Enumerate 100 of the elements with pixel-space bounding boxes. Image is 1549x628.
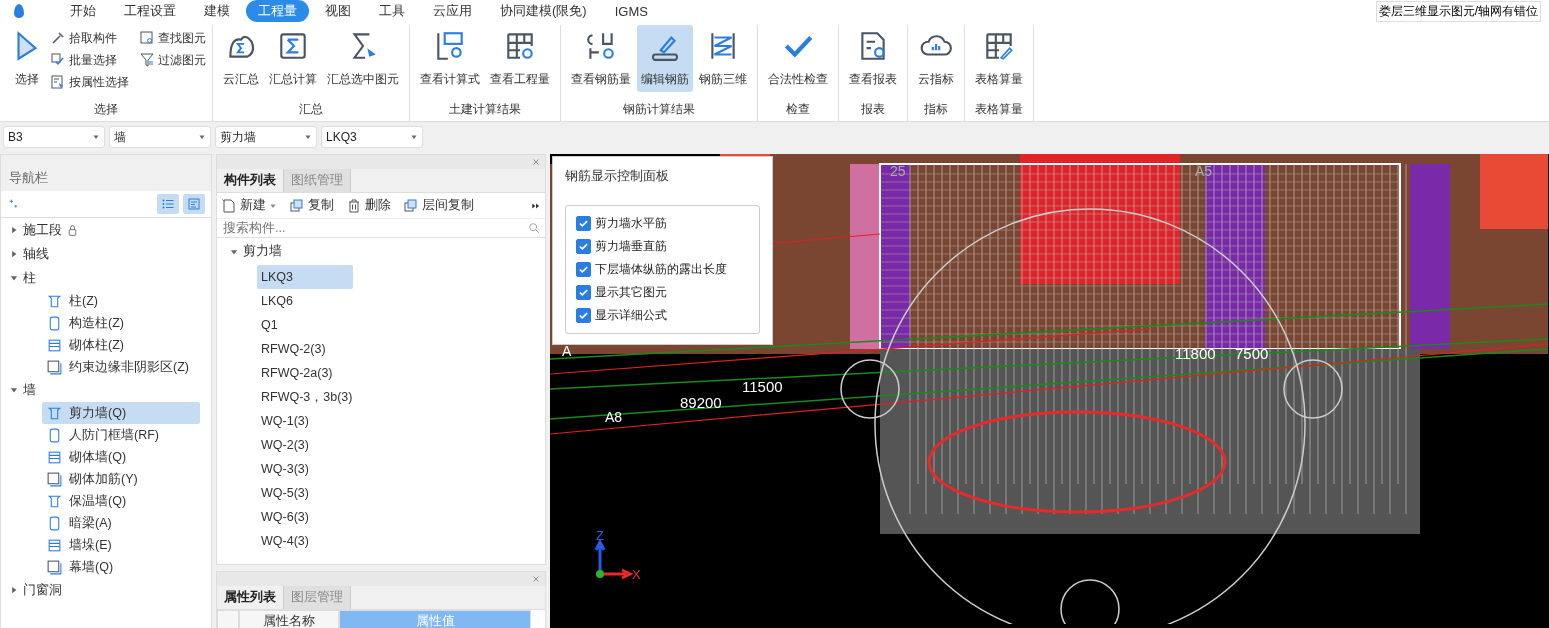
tree-item[interactable]: 暗梁(A)	[42, 512, 200, 534]
tree-item[interactable]: Q1	[257, 313, 353, 337]
view-toggle-button[interactable]	[183, 194, 205, 214]
dropdown[interactable]: B3	[3, 126, 105, 148]
ribbon-button[interactable]: 钢筋三维	[695, 25, 751, 92]
tree-item[interactable]: 柱	[1, 266, 211, 290]
tree-item[interactable]: 构造柱(Z)	[42, 312, 200, 334]
ribbon-button[interactable]: 查找图元	[139, 27, 206, 49]
ribbon-button[interactable]: 选择	[6, 25, 48, 92]
ribbon-button[interactable]: 查看报表	[845, 25, 901, 92]
close-icon	[531, 574, 541, 584]
ribbon-button[interactable]: 查看计算式	[416, 25, 484, 92]
lock-icon	[66, 223, 79, 237]
trash-icon	[346, 197, 362, 214]
checkbox[interactable]	[576, 216, 591, 231]
tree-item[interactable]: 施工段	[1, 218, 211, 242]
dropdown[interactable]: 剪力墙	[215, 126, 317, 148]
tree-item[interactable]: 剪力墙	[217, 238, 545, 265]
tree-item[interactable]: WQ-3(3)	[257, 457, 353, 481]
tree-item[interactable]: 保温墙(Q)	[42, 490, 200, 512]
tool-icon	[50, 30, 66, 46]
tree-item[interactable]: WQ-4(3)	[257, 529, 353, 553]
caret-icon	[9, 273, 19, 283]
copy-icon	[403, 197, 419, 214]
toolbar-button[interactable]: 层间复制	[403, 197, 474, 214]
dropdown[interactable]: 墙	[109, 126, 211, 148]
tree-item[interactable]: 人防门框墙(RF)	[42, 424, 200, 446]
checkbox[interactable]	[576, 239, 591, 254]
menu-tab[interactable]: IGMS	[602, 1, 660, 21]
ribbon-button[interactable]: 批量选择	[50, 49, 129, 71]
column-header: 属性名称	[239, 610, 339, 628]
ribbon-button[interactable]: 汇总计算	[265, 25, 321, 92]
tree-item[interactable]: 幕墙(Q)	[42, 556, 200, 578]
group-title: 钢筋计算结果	[622, 101, 696, 118]
ribbon-button[interactable]: 查看工程量	[486, 25, 554, 92]
group-title: 报表	[860, 101, 886, 118]
menu-tab[interactable]: 建模	[192, 0, 242, 22]
toolbar-button[interactable]: 新建	[221, 197, 277, 214]
caret-icon	[9, 249, 19, 259]
toolbar-button[interactable]: 删除	[346, 197, 391, 214]
tree-item[interactable]: 砌体柱(Z)	[42, 334, 200, 356]
caret-icon	[410, 133, 418, 141]
ribbon-button[interactable]: 按属性选择	[50, 71, 129, 93]
ribbon-button[interactable]: 汇总选中图元	[323, 25, 403, 92]
tree-item[interactable]: WQ-1(3)	[257, 409, 353, 433]
status-hint: 娄层三维显示图元/轴网有错位	[1375, 0, 1541, 22]
checkbox[interactable]	[576, 308, 591, 323]
tree-item[interactable]: 剪力墙(Q)	[42, 402, 200, 424]
checkbox-option[interactable]: 剪力墙水平筋	[576, 212, 749, 235]
tree-item[interactable]: 墙	[1, 378, 211, 402]
tree-item[interactable]: WQ-6(3)	[257, 505, 353, 529]
menu-tab[interactable]: 工程量	[246, 0, 309, 22]
tree-item[interactable]: RFWQ-2(3)	[257, 337, 353, 361]
menu-tab[interactable]: 视图	[313, 0, 363, 22]
group-title: 汇总	[298, 101, 324, 118]
ribbon-button[interactable]: 过滤图元	[139, 49, 206, 71]
tree-item[interactable]: RFWQ-3，3b(3)	[257, 385, 353, 409]
category-icon	[46, 558, 63, 576]
tool-icon	[139, 30, 155, 46]
tree-item[interactable]: 砌体墙(Q)	[42, 446, 200, 468]
panel-title: 导航栏	[1, 165, 211, 191]
ribbon-button[interactable]: 合法性检查	[764, 25, 832, 92]
menu-tab[interactable]: 开始	[58, 0, 108, 22]
tool-icon	[50, 74, 66, 90]
dimension-label: 25	[890, 163, 906, 179]
tree-item[interactable]: WQ-2(3)	[257, 433, 353, 457]
toolbar-button[interactable]: 复制	[289, 197, 334, 214]
tree-item[interactable]: 柱(Z)	[42, 290, 200, 312]
tree-item[interactable]: LKQ3	[257, 265, 353, 289]
checkbox[interactable]	[576, 285, 591, 300]
ribbon-button[interactable]: 拾取构件	[50, 27, 129, 49]
checkbox-option[interactable]: 显示详细公式	[576, 304, 749, 327]
checkbox-option[interactable]: 剪力墙垂直筋	[576, 235, 749, 258]
tree-item[interactable]: 约束边缘非阴影区(Z)	[42, 356, 200, 378]
tree-item[interactable]: 轴线	[1, 242, 211, 266]
tree-item[interactable]: WQ-5(3)	[257, 481, 353, 505]
dimension-label: 11800	[1175, 345, 1216, 362]
ribbon-button[interactable]: 查看钢筋量	[567, 25, 635, 92]
tree-item[interactable]: 砌体加筋(Y)	[42, 468, 200, 490]
caret-icon	[198, 133, 206, 141]
dropdown[interactable]: LKQ3	[321, 126, 423, 148]
menu-tab[interactable]: 工具	[367, 0, 417, 22]
menu-tab[interactable]: 工程设置	[112, 0, 188, 22]
menu-tab[interactable]: 协同建模(限免)	[488, 0, 599, 22]
ribbon-button[interactable]: 云指标	[914, 25, 958, 92]
tool-icon	[139, 52, 155, 68]
checkbox[interactable]	[576, 262, 591, 277]
ribbon-button[interactable]: 编辑钢筋	[637, 25, 693, 92]
view-toggle-button[interactable]	[157, 194, 179, 214]
tree-item[interactable]: 墙垛(E)	[42, 534, 200, 556]
caret-icon	[9, 585, 19, 595]
checkbox-option[interactable]: 显示其它图元	[576, 281, 749, 304]
tree-item[interactable]: 门窗洞	[1, 578, 211, 602]
checkbox-option[interactable]: 下层墙体纵筋的露出长度	[576, 258, 749, 281]
tree-item[interactable]: RFWQ-2a(3)	[257, 361, 353, 385]
copy-icon	[289, 197, 305, 214]
ribbon-button[interactable]: 表格算量	[971, 25, 1027, 92]
menu-tab[interactable]: 云应用	[421, 0, 484, 22]
tree-item[interactable]: LKQ6	[257, 289, 353, 313]
ribbon-button[interactable]: 云汇总	[219, 25, 263, 92]
